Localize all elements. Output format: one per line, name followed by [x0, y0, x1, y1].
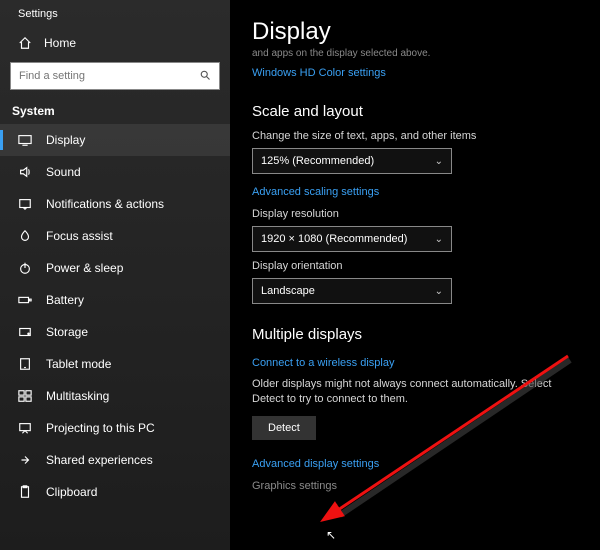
sidebar-item-label: Focus assist [46, 229, 113, 243]
sidebar-item-label: Multitasking [46, 389, 109, 403]
hd-color-settings-link[interactable]: Windows HD Color settings [252, 67, 386, 79]
sidebar-item-label: Display [46, 133, 85, 147]
clipboard-icon [18, 485, 32, 499]
sidebar-item-label: Storage [46, 325, 88, 339]
sound-icon [18, 165, 32, 179]
chevron-down-icon: ⌄ [435, 234, 443, 245]
window-title: Settings [0, 8, 230, 28]
orientation-label: Display orientation [252, 260, 578, 272]
sidebar-item-battery[interactable]: Battery [0, 284, 230, 316]
connect-wireless-display-link[interactable]: Connect to a wireless display [252, 357, 394, 369]
search-input[interactable] [10, 62, 220, 90]
sidebar: Settings Home System Dis [0, 0, 230, 550]
shared-icon [18, 453, 32, 467]
sidebar-item-sound[interactable]: Sound [0, 156, 230, 188]
detect-note: Older displays might not always connect … [252, 377, 578, 408]
graphics-settings-link[interactable]: Graphics settings [252, 480, 578, 492]
resolution-label: Display resolution [252, 208, 578, 220]
sidebar-item-label: Projecting to this PC [46, 421, 155, 435]
storage-icon [18, 325, 32, 339]
orientation-value: Landscape [261, 285, 315, 297]
text-size-value: 125% (Recommended) [261, 155, 374, 167]
home-label: Home [44, 36, 76, 50]
notifications-icon [18, 197, 32, 211]
sidebar-nav: Display Sound Notifications & actions Fo… [0, 124, 230, 508]
search-field[interactable] [19, 70, 199, 82]
power-icon [18, 261, 32, 275]
resolution-value: 1920 × 1080 (Recommended) [261, 233, 407, 245]
chevron-down-icon: ⌄ [435, 286, 443, 297]
projecting-icon [18, 421, 32, 435]
multitasking-icon [18, 389, 32, 403]
sidebar-item-shared-experiences[interactable]: Shared experiences [0, 444, 230, 476]
advanced-scaling-link[interactable]: Advanced scaling settings [252, 186, 379, 198]
sidebar-item-label: Sound [46, 165, 81, 179]
search-icon [199, 69, 211, 84]
text-size-select[interactable]: 125% (Recommended) ⌄ [252, 148, 452, 174]
sidebar-item-focus-assist[interactable]: Focus assist [0, 220, 230, 252]
sidebar-section: System [0, 100, 230, 124]
multiple-displays-heading: Multiple displays [252, 326, 578, 343]
sidebar-item-label: Battery [46, 293, 84, 307]
home-button[interactable]: Home [0, 28, 230, 58]
sidebar-item-notifications[interactable]: Notifications & actions [0, 188, 230, 220]
cursor-icon: ↖ [326, 528, 336, 542]
battery-icon [18, 293, 32, 307]
chevron-down-icon: ⌄ [435, 156, 443, 167]
detect-button[interactable]: Detect [252, 416, 316, 440]
sidebar-item-display[interactable]: Display [0, 124, 230, 156]
sidebar-item-projecting[interactable]: Projecting to this PC [0, 412, 230, 444]
sidebar-item-label: Clipboard [46, 485, 97, 499]
sidebar-item-clipboard[interactable]: Clipboard [0, 476, 230, 508]
sidebar-item-label: Notifications & actions [46, 197, 164, 211]
sidebar-item-label: Shared experiences [46, 453, 153, 467]
sidebar-item-tablet-mode[interactable]: Tablet mode [0, 348, 230, 380]
scale-layout-heading: Scale and layout [252, 103, 578, 120]
sidebar-item-power-sleep[interactable]: Power & sleep [0, 252, 230, 284]
resolution-select[interactable]: 1920 × 1080 (Recommended) ⌄ [252, 226, 452, 252]
tablet-icon [18, 357, 32, 371]
focus-assist-icon [18, 229, 32, 243]
sidebar-item-label: Power & sleep [46, 261, 123, 275]
sidebar-item-multitasking[interactable]: Multitasking [0, 380, 230, 412]
advanced-display-settings-link[interactable]: Advanced display settings [252, 458, 379, 470]
text-size-label: Change the size of text, apps, and other… [252, 130, 578, 142]
main-content: Display and apps on the display selected… [230, 0, 600, 550]
sidebar-item-storage[interactable]: Storage [0, 316, 230, 348]
sidebar-item-label: Tablet mode [46, 357, 111, 371]
home-icon [18, 36, 32, 50]
display-icon [18, 133, 32, 147]
page-subtext: and apps on the display selected above. [252, 48, 578, 59]
page-title: Display [252, 18, 578, 46]
settings-window: Settings Home System Dis [0, 0, 600, 550]
orientation-select[interactable]: Landscape ⌄ [252, 278, 452, 304]
